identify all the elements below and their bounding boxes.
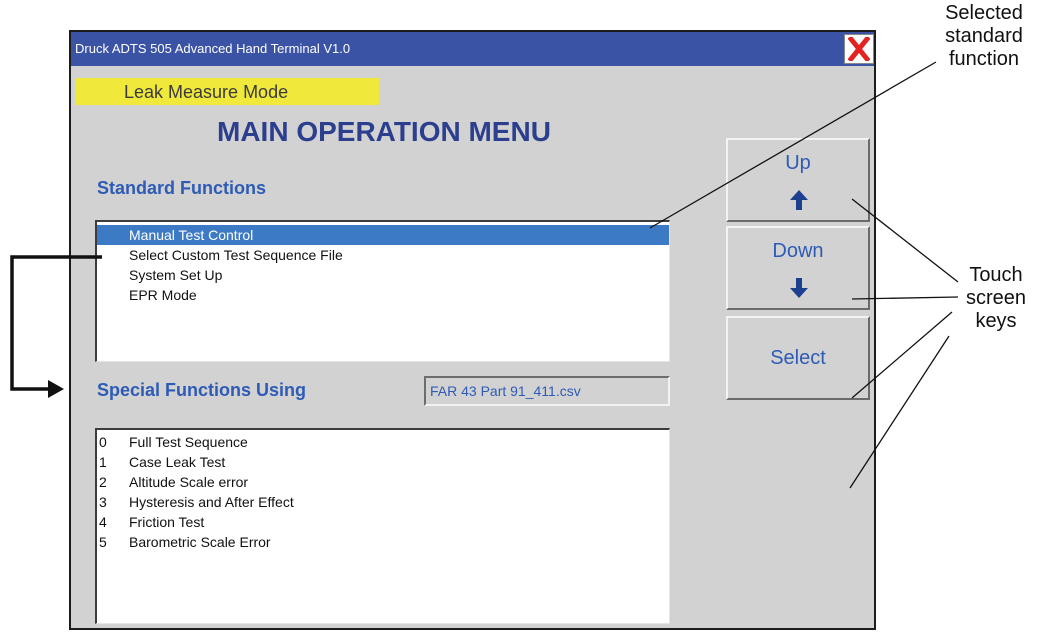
list-item[interactable]: 5 Barometric Scale Error — [97, 532, 669, 552]
select-button-label: Select — [770, 347, 826, 369]
item-number: 4 — [99, 514, 107, 530]
special-functions-list[interactable]: 0 Full Test Sequence 1 Case Leak Test 2 … — [95, 428, 670, 624]
annotation-line: keys — [975, 310, 1017, 332]
item-number: 0 — [99, 434, 107, 450]
list-item[interactable]: 2 Altitude Scale error — [97, 472, 669, 492]
up-button-label: Up — [785, 152, 811, 174]
app-window: Druck ADTS 505 Advanced Hand Terminal V1… — [69, 30, 876, 630]
item-number: 2 — [99, 474, 107, 490]
list-item-label: System Set Up — [129, 267, 223, 283]
list-item-label: Friction Test — [129, 514, 205, 530]
list-item-label: EPR Mode — [129, 287, 197, 303]
list-item[interactable]: Select Custom Test Sequence File — [97, 245, 669, 265]
annotation-line: Touch — [969, 264, 1023, 286]
item-number: 5 — [99, 534, 107, 550]
standard-functions-heading: Standard Functions — [97, 178, 267, 198]
special-functions-heading: Special Functions Using — [97, 380, 307, 400]
list-item[interactable]: 3 Hysteresis and After Effect — [97, 492, 669, 512]
list-item-label: Barometric Scale Error — [129, 534, 271, 550]
flow-arrowhead — [48, 380, 64, 398]
list-item-label: Case Leak Test — [129, 454, 226, 470]
list-item-label: Altitude Scale error — [129, 474, 249, 490]
list-item[interactable]: 1 Case Leak Test — [97, 452, 669, 472]
list-item[interactable]: 0 Full Test Sequence — [97, 432, 669, 452]
arrow-up-icon — [790, 190, 808, 210]
standard-functions-list[interactable]: Manual Test Control Select Custom Test S… — [95, 220, 670, 362]
annotation-line: function — [948, 48, 1020, 70]
list-item[interactable]: System Set Up — [97, 265, 669, 285]
close-icon — [848, 37, 870, 61]
list-item[interactable]: Manual Test Control — [97, 225, 669, 245]
page-title: MAIN OPERATION MENU — [217, 116, 551, 147]
down-button[interactable]: Down — [726, 226, 870, 310]
list-item-label: Manual Test Control — [129, 227, 254, 243]
annotation-selected-function: Selected standard function — [934, 2, 1034, 71]
mode-banner: Leak Measure Mode — [75, 78, 379, 105]
title-bar: Druck ADTS 505 Advanced Hand Terminal V1… — [71, 32, 874, 66]
item-number: 3 — [99, 494, 107, 510]
list-item-label: Hysteresis and After Effect — [129, 494, 294, 510]
window-title: Druck ADTS 505 Advanced Hand Terminal V1… — [75, 41, 351, 56]
mode-label: Leak Measure Mode — [124, 82, 289, 102]
arrow-down-icon — [790, 278, 808, 298]
up-button[interactable]: Up — [726, 138, 870, 222]
list-item-label: Full Test Sequence — [129, 434, 248, 450]
item-number: 1 — [99, 454, 107, 470]
sequence-file-field: FAR 43 Part 91_411.csv — [424, 376, 670, 406]
annotation-line: Selected — [945, 2, 1023, 24]
list-item[interactable]: 4 Friction Test — [97, 512, 669, 532]
annotation-line: standard — [945, 25, 1023, 47]
close-button[interactable] — [844, 34, 874, 64]
list-item[interactable]: EPR Mode — [97, 285, 669, 305]
sequence-file-name: FAR 43 Part 91_411.csv — [430, 383, 581, 399]
down-button-label: Down — [772, 240, 824, 262]
list-item-label: Select Custom Test Sequence File — [129, 247, 343, 263]
annotation-touch-keys: Touch screen keys — [950, 264, 1042, 333]
select-button[interactable]: Select — [726, 316, 870, 400]
annotation-line: screen — [965, 287, 1027, 309]
